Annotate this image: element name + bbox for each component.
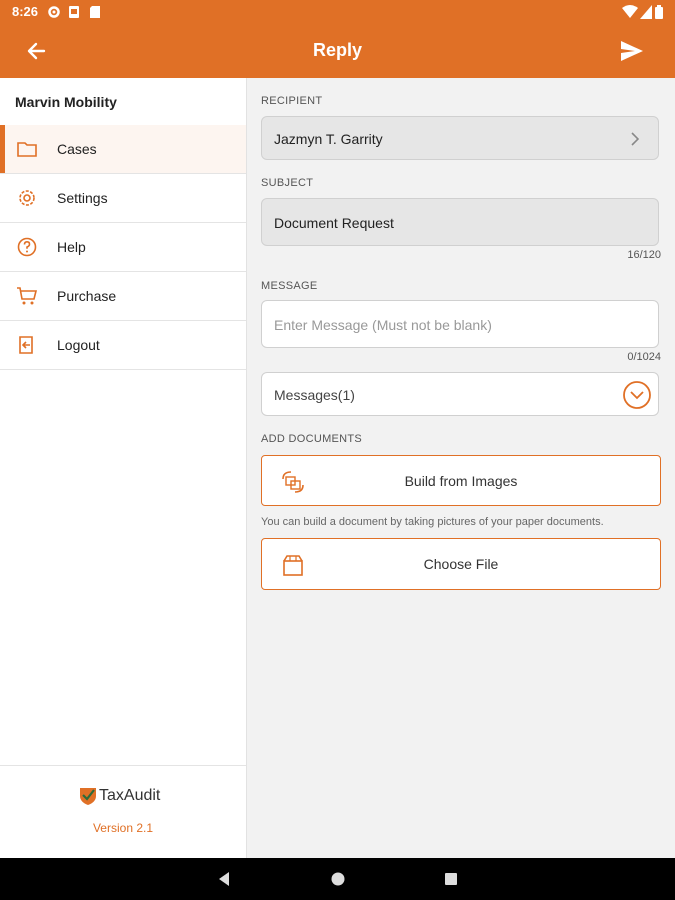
question-icon [17,237,37,257]
build-hint: You can build a document by taking pictu… [261,516,604,528]
sidebar: Marvin Mobility Cases Settings Help Purc… [0,78,247,858]
choose-file-label: Choose File [423,556,499,572]
chevron-right-icon [631,132,640,146]
cart-icon [17,287,38,305]
user-name: Marvin Mobility [15,94,117,110]
app-bar: Reply [0,24,675,78]
chevron-down-icon [623,381,651,409]
reply-form: RECIPIENT Jazmyn T. Garrity SUBJECT Docu… [247,78,675,858]
sidebar-item-label: Settings [57,190,108,206]
gear-icon [19,190,35,206]
status-bar: 8:26 [0,0,675,24]
app-version: Version 2.1 [92,821,154,835]
sd-card-status-icon [90,6,100,18]
logo-text: TaxAudit [99,787,161,804]
build-from-images-label: Build from Images [404,473,518,489]
subject-counter: 16/120 [627,249,661,261]
message-placeholder: Enter Message (Must not be blank) [274,317,492,333]
sidebar-item-purchase[interactable]: Purchase [0,272,246,321]
sidebar-item-settings[interactable]: Settings [0,174,246,223]
folder-icon [17,142,37,157]
choose-file-button[interactable]: Choose File [261,538,661,590]
shield-logo-icon [80,788,96,805]
message-counter: 0/1024 [627,351,661,363]
battery-icon [655,5,663,19]
message-label: MESSAGE [261,280,318,292]
sidebar-item-logout[interactable]: Logout [0,321,246,370]
recipient-field[interactable]: Jazmyn T. Garrity [261,116,659,160]
subject-field[interactable]: Document Request [261,198,659,246]
sidebar-nav: Cases Settings Help Purchase Logout [0,125,246,370]
subject-label: SUBJECT [261,177,314,189]
send-icon[interactable] [619,38,645,64]
status-time: 8:26 [12,4,39,19]
notification-status-icon [69,6,79,18]
back-nav-icon[interactable] [216,871,232,887]
messages-label: Messages(1) [274,387,355,403]
subject-value: Document Request [274,215,394,231]
messages-dropdown[interactable]: Messages(1) [261,372,659,416]
build-from-images-button[interactable]: Build from Images [261,455,661,506]
sidebar-footer: TaxAudit Version 2.1 [0,765,246,858]
wifi-icon [622,5,638,18]
add-documents-label: ADD DOCUMENTS [261,433,363,445]
sidebar-item-help[interactable]: Help [0,223,246,272]
logout-icon [19,336,33,354]
recipient-label: RECIPIENT [261,95,323,107]
sidebar-item-label: Logout [57,337,100,353]
recents-nav-icon[interactable] [443,871,459,887]
sidebar-item-cases[interactable]: Cases [0,125,246,174]
sidebar-item-label: Cases [57,141,97,157]
system-nav-bar [0,858,675,900]
message-input[interactable]: Enter Message (Must not be blank) [261,300,659,348]
home-nav-icon[interactable] [330,871,346,887]
sidebar-item-label: Help [57,239,86,255]
signal-icon [640,5,652,19]
taxaudit-logo: TaxAudit [79,786,179,808]
page-title: Reply [312,40,363,60]
sidebar-item-label: Purchase [57,288,117,304]
recipient-value: Jazmyn T. Garrity [274,131,383,147]
gear-status-icon [48,6,60,18]
